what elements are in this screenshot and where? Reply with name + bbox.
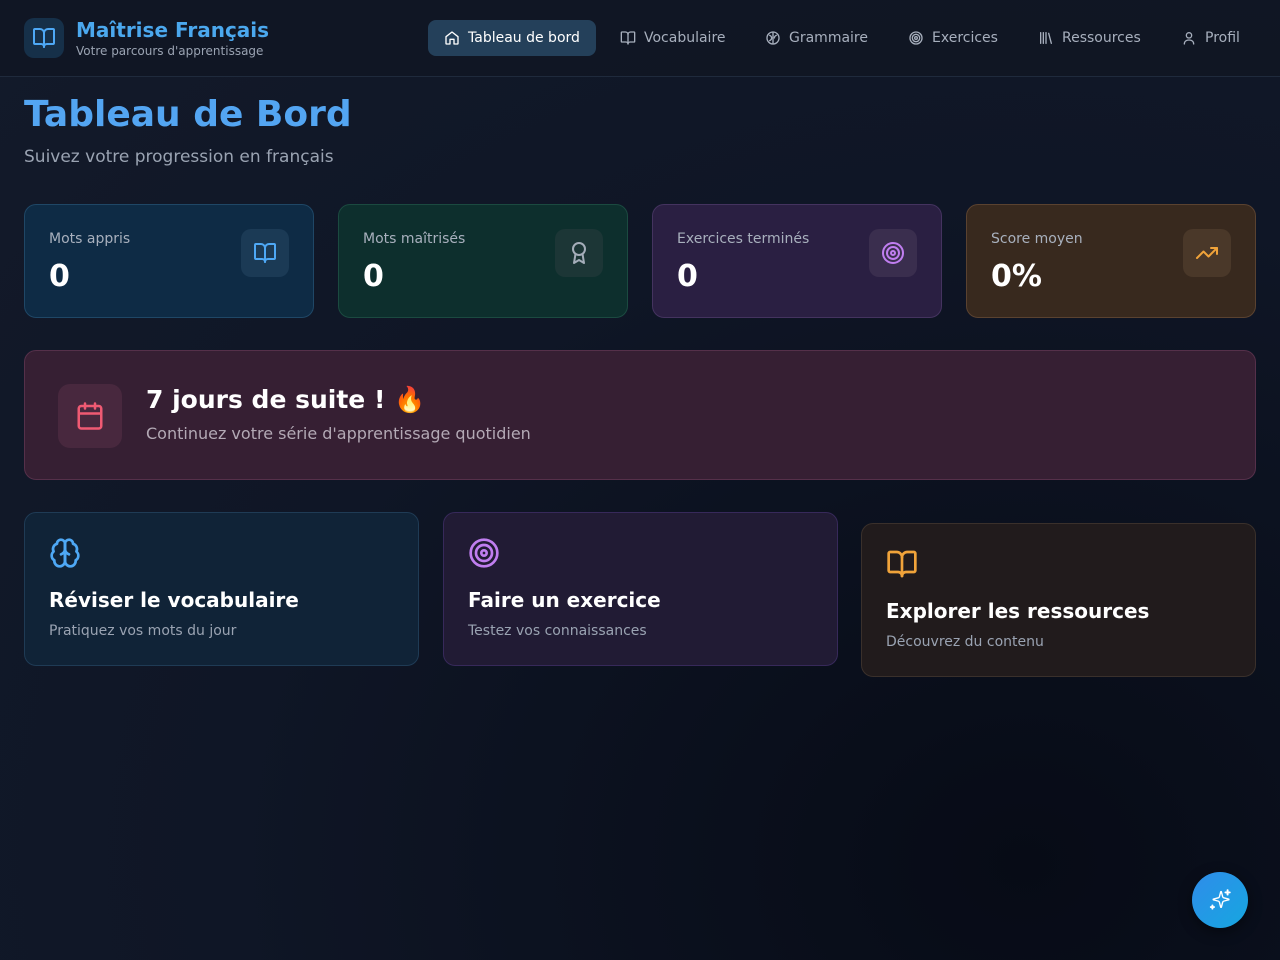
nav-item-tableau-de-bord[interactable]: Tableau de bord (428, 20, 596, 56)
action-subtitle: Pratiquez vos mots du jour (49, 623, 237, 639)
action-card-reviser-vocabulaire[interactable]: Réviser le vocabulaire Pratiquez vos mot… (24, 512, 419, 666)
nav-item-vocabulaire[interactable]: Vocabulaire (604, 20, 742, 56)
nav-item-ressources[interactable]: Ressources (1022, 20, 1157, 56)
library-icon (1040, 31, 1052, 44)
book-icon (887, 550, 917, 578)
stat-value: 0% (991, 259, 1042, 294)
award-icon (555, 229, 603, 277)
stat-label: Score moyen (991, 231, 1083, 247)
trending-up-icon (1183, 229, 1231, 277)
page-title: Tableau de Bord (24, 94, 352, 135)
streak-banner: 7 jours de suite ! 🔥 Continuez votre sér… (24, 350, 1256, 480)
brain-icon (50, 538, 80, 568)
stat-label: Mots appris (49, 231, 131, 247)
stat-label: Exercices terminés (677, 231, 810, 247)
streak-subtitle: Continuez votre série d'apprentissage qu… (146, 424, 531, 443)
target-icon (469, 538, 499, 568)
brand-logo-icon[interactable] (24, 18, 64, 58)
stat-value: 0 (49, 259, 70, 294)
stat-card-mots-maitrises: Mots maîtrisés 0 (338, 204, 628, 318)
nav-item-profil[interactable]: Profil (1165, 20, 1256, 56)
nav-item-exercices[interactable]: Exercices (892, 20, 1014, 56)
stat-label: Mots maîtrisés (363, 231, 466, 247)
sparkles-icon (1209, 889, 1231, 910)
stat-value: 0 (677, 259, 698, 294)
book-icon (241, 229, 289, 277)
action-card-explorer-ressources[interactable]: Explorer les ressources Découvrez du con… (861, 523, 1256, 677)
top-navigation-bar: Maîtrise Français Votre parcours d'appre… (0, 0, 1280, 77)
action-card-faire-exercice[interactable]: Faire un exercice Testez vos connaissanc… (443, 512, 838, 666)
book-icon (620, 31, 636, 45)
home-icon (445, 31, 459, 45)
nav-label: Profil (1205, 30, 1240, 46)
brain-icon (766, 31, 780, 45)
stat-card-score-moyen: Score moyen 0% (966, 204, 1256, 318)
ai-assistant-button[interactable] (1192, 872, 1248, 928)
nav-item-grammaire[interactable]: Grammaire (749, 20, 884, 56)
action-title: Réviser le vocabulaire (49, 588, 299, 612)
target-icon (909, 31, 923, 45)
user-icon (1183, 32, 1195, 45)
nav-label: Grammaire (789, 30, 868, 46)
nav-label: Ressources (1062, 30, 1141, 46)
nav-label: Vocabulaire (644, 30, 726, 46)
nav-label: Exercices (932, 30, 998, 46)
brand-title[interactable]: Maîtrise Français (76, 18, 269, 42)
page-subtitle: Suivez votre progression en français (24, 147, 334, 167)
brand-subtitle: Votre parcours d'apprentissage (76, 44, 264, 58)
calendar-icon (58, 384, 122, 448)
nav-label: Tableau de bord (468, 30, 580, 46)
action-subtitle: Testez vos connaissances (468, 623, 647, 639)
target-icon (869, 229, 917, 277)
stat-card-exercices-termines: Exercices terminés 0 (652, 204, 942, 318)
action-title: Explorer les ressources (886, 599, 1150, 623)
action-title: Faire un exercice (468, 588, 661, 612)
stat-card-mots-appris: Mots appris 0 (24, 204, 314, 318)
action-subtitle: Découvrez du contenu (886, 634, 1044, 650)
stat-value: 0 (363, 259, 384, 294)
streak-title: 7 jours de suite ! 🔥 (146, 385, 426, 414)
